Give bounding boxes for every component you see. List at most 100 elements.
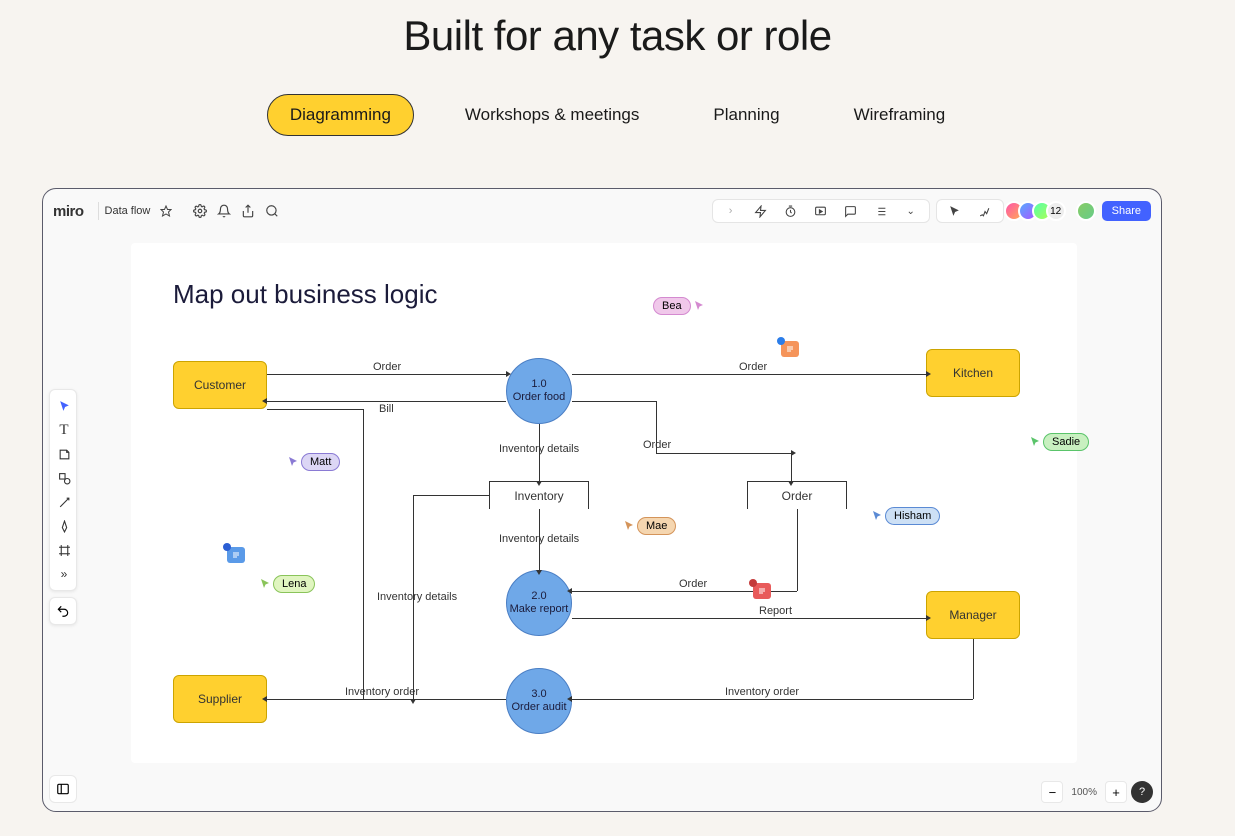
reactions-icon[interactable]	[977, 203, 993, 219]
edge	[572, 699, 973, 700]
edge	[267, 409, 363, 410]
text-tool[interactable]: T	[50, 418, 78, 442]
collapse-icon[interactable]: ›	[723, 203, 739, 219]
user-name: Lena	[273, 575, 315, 593]
node-order-audit[interactable]: 3.0 Order audit	[506, 668, 572, 734]
user-name: Sadie	[1043, 433, 1089, 451]
current-user-avatar[interactable]	[1076, 201, 1096, 221]
comment-icon[interactable]	[843, 203, 859, 219]
present-icon[interactable]	[813, 203, 829, 219]
line-tool[interactable]	[50, 490, 78, 514]
edge	[267, 374, 506, 375]
edge	[267, 401, 506, 402]
edge-label-report: Report	[759, 605, 792, 617]
node-order-food[interactable]: 1.0 Order food	[506, 358, 572, 424]
edge-label-order: Order	[373, 361, 401, 373]
edge	[572, 401, 656, 402]
process-label: Order audit	[511, 701, 566, 714]
more-tools[interactable]: »	[50, 562, 78, 586]
undo-button[interactable]	[49, 597, 77, 625]
edge	[797, 509, 798, 591]
comment-icon[interactable]	[781, 341, 799, 357]
zoom-out-button[interactable]: −	[1041, 781, 1063, 803]
cursor-icon[interactable]	[947, 203, 963, 219]
list-icon[interactable]	[873, 203, 889, 219]
board-name[interactable]: Data flow	[105, 205, 151, 217]
edge	[413, 495, 414, 699]
frame-tool[interactable]	[50, 538, 78, 562]
timer-icon[interactable]	[783, 203, 799, 219]
cursor-group	[936, 199, 1004, 223]
user-name: Matt	[301, 453, 340, 471]
bell-icon[interactable]	[216, 203, 232, 219]
miro-logo: miro	[53, 203, 84, 220]
process-num: 1.0	[531, 378, 546, 391]
edge-label-bill: Bill	[379, 403, 394, 415]
edge	[572, 618, 926, 619]
edge-label-inv-details: Inventory details	[499, 533, 579, 545]
user-cursor-sadie: Sadie	[1029, 433, 1089, 451]
node-make-report[interactable]: 2.0 Make report	[506, 570, 572, 636]
settings-icon[interactable]	[192, 203, 208, 219]
canvas[interactable]: Map out business logic Customer Kitchen …	[131, 243, 1077, 763]
edge	[791, 453, 792, 481]
user-cursor-hisham: Hisham	[871, 507, 940, 525]
edge	[363, 409, 364, 699]
chevron-down-icon[interactable]: ⌄	[903, 203, 919, 219]
zoom-level[interactable]: 100%	[1067, 787, 1101, 798]
hero-title: Built for any task or role	[0, 0, 1235, 60]
node-manager[interactable]: Manager	[926, 591, 1020, 639]
process-num: 3.0	[531, 688, 546, 701]
comment-icon[interactable]	[227, 547, 245, 563]
help-button[interactable]: ?	[1131, 781, 1153, 803]
tab-workshops[interactable]: Workshops & meetings	[442, 94, 662, 136]
select-tool[interactable]	[50, 394, 78, 418]
lightning-icon[interactable]	[753, 203, 769, 219]
export-icon[interactable]	[240, 203, 256, 219]
zoom-controls: − 100% + ?	[1041, 781, 1153, 803]
panel-toggle[interactable]	[49, 775, 77, 803]
tabs-row: Diagramming Workshops & meetings Plannin…	[0, 94, 1235, 136]
edge	[973, 639, 974, 699]
user-cursor-mae: Mae	[623, 517, 676, 535]
edge-label-order: Order	[679, 578, 707, 590]
node-supplier[interactable]: Supplier	[173, 675, 267, 723]
collaborator-avatars[interactable]: 12	[1010, 201, 1066, 221]
left-toolbar: T »	[49, 389, 77, 591]
edge	[413, 495, 489, 496]
user-cursor-bea: Bea	[653, 297, 705, 315]
edge-label-inv-details: Inventory details	[499, 443, 579, 455]
comment-icon[interactable]	[753, 583, 771, 599]
edge-label-order: Order	[643, 439, 671, 451]
process-num: 2.0	[531, 590, 546, 603]
edge-label-inv-details: Inventory details	[377, 591, 457, 603]
actions-group: › ⌄	[712, 199, 930, 223]
share-button[interactable]: Share	[1102, 201, 1151, 221]
edge-label-inv-order: Inventory order	[725, 686, 799, 698]
node-kitchen[interactable]: Kitchen	[926, 349, 1020, 397]
tab-planning[interactable]: Planning	[690, 94, 802, 136]
tab-wireframing[interactable]: Wireframing	[831, 94, 969, 136]
edge	[267, 699, 506, 700]
tab-diagramming[interactable]: Diagramming	[267, 94, 414, 136]
edge	[656, 453, 791, 454]
search-icon[interactable]	[264, 203, 280, 219]
shape-tool[interactable]	[50, 466, 78, 490]
zoom-in-button[interactable]: +	[1105, 781, 1127, 803]
topbar-right: › ⌄	[712, 197, 1151, 225]
star-icon[interactable]	[158, 203, 174, 219]
edge-label-inv-order: Inventory order	[345, 686, 419, 698]
edge	[572, 374, 926, 375]
node-order-store[interactable]: Order	[747, 481, 847, 509]
canvas-title: Map out business logic	[173, 279, 437, 310]
user-cursor-matt: Matt	[287, 453, 340, 471]
process-label: Make report	[510, 603, 569, 616]
avatar-count[interactable]: 12	[1046, 201, 1066, 221]
user-name: Mae	[637, 517, 676, 535]
process-label: Order food	[513, 391, 566, 404]
sticky-note-tool[interactable]	[50, 442, 78, 466]
app-frame: miro Data flow ›	[42, 188, 1162, 812]
node-customer[interactable]: Customer	[173, 361, 267, 409]
edge-label-order: Order	[739, 361, 767, 373]
pen-tool[interactable]	[50, 514, 78, 538]
